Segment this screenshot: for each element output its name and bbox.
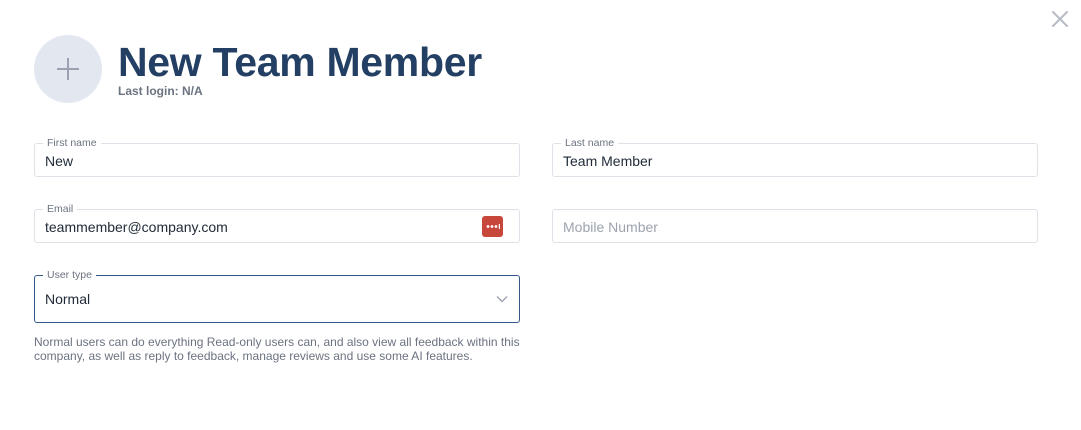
email-field: Email — [34, 203, 520, 243]
avatar-upload-button[interactable] — [34, 35, 102, 103]
password-manager-icon[interactable] — [482, 216, 503, 237]
chevron-down-icon — [496, 296, 508, 303]
last-name-field: Last name — [552, 137, 1038, 177]
last-login-text: Last login: N/A — [118, 84, 203, 98]
first-name-input[interactable] — [45, 144, 509, 176]
user-type-help-text: Normal users can do everything Read-only… — [34, 335, 520, 363]
mobile-number-input[interactable] — [563, 210, 1027, 242]
email-input[interactable] — [45, 210, 471, 242]
team-member-dialog: New Team Member Last login: N/A First na… — [0, 0, 1081, 430]
mobile-number-field — [552, 209, 1038, 243]
user-type-select[interactable]: User type Normal — [34, 269, 520, 323]
close-button[interactable] — [1050, 9, 1070, 29]
page-title: New Team Member — [118, 39, 482, 85]
last-name-input[interactable] — [563, 144, 1027, 176]
close-icon — [1052, 11, 1068, 27]
first-name-field: First name — [34, 137, 520, 177]
user-type-value: Normal — [45, 291, 91, 307]
plus-icon — [57, 58, 79, 80]
